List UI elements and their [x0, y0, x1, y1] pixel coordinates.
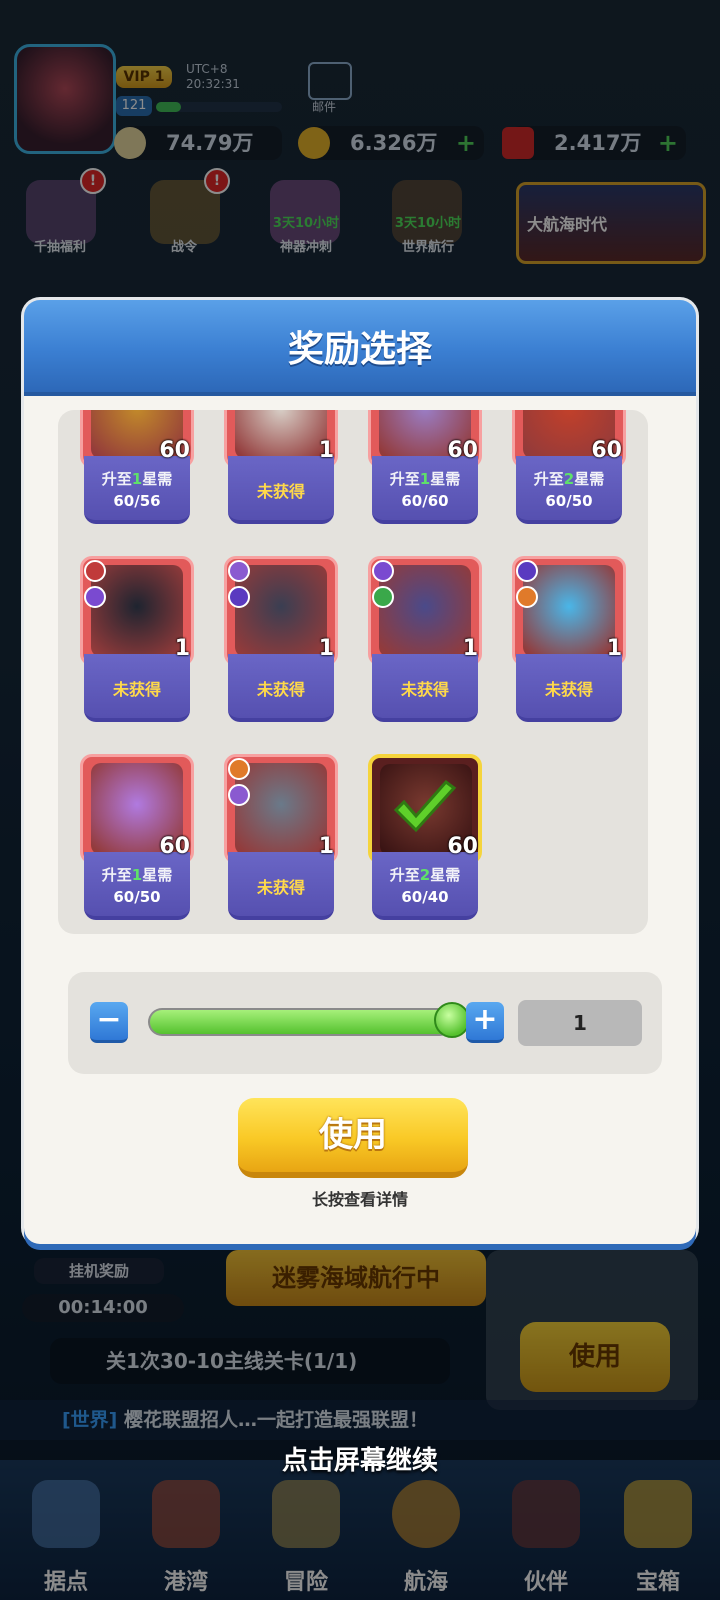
- checkmark-icon: [393, 779, 457, 833]
- class-icon: [372, 586, 394, 608]
- item-count: 1: [318, 438, 334, 463]
- reward-card[interactable]: 1 未获得: [224, 556, 338, 722]
- card-footer: 未获得: [84, 654, 190, 722]
- card-footer: 未获得: [228, 456, 334, 524]
- card-footer: 升至1星需 60/56: [84, 456, 190, 524]
- dialog-title: 奖励选择: [287, 329, 432, 370]
- faction-icon: [372, 560, 394, 582]
- item-count: 1: [318, 636, 334, 661]
- card-footer: 升至2星需 60/50: [516, 456, 622, 524]
- card-footer: 未获得: [516, 654, 622, 722]
- reward-card[interactable]: 1 未获得: [224, 410, 338, 524]
- not-obtained-label: 未获得: [256, 878, 305, 897]
- class-icon: [516, 586, 538, 608]
- upgrade-requirement: 升至2星需: [389, 866, 461, 884]
- item-count: 1: [174, 636, 190, 661]
- item-count: 1: [318, 834, 334, 859]
- reward-card[interactable]: 1 未获得: [368, 556, 482, 722]
- not-obtained-label: 未获得: [112, 680, 161, 699]
- card-footer: 升至1星需 60/50: [84, 852, 190, 920]
- shard-progress: 60/40: [401, 888, 449, 906]
- shard-progress: 60/50: [113, 888, 161, 906]
- long-press-hint: 长按查看详情: [311, 1190, 408, 1209]
- card-footer: 升至1星需 60/60: [372, 456, 478, 524]
- shard-progress: 60/56: [113, 492, 161, 510]
- not-obtained-label: 未获得: [256, 482, 305, 501]
- upgrade-requirement: 升至1星需: [101, 866, 173, 884]
- item-count: 1: [606, 636, 622, 661]
- reward-card[interactable]: 60 升至1星需 60/60: [368, 410, 482, 524]
- faction-icon: [84, 560, 106, 582]
- item-count: 1: [462, 636, 478, 661]
- slider-fill: [150, 1010, 452, 1034]
- quantity-selector: − + 1: [68, 972, 662, 1074]
- faction-icon: [228, 758, 250, 780]
- portrait-image: [523, 565, 615, 657]
- class-icon: [228, 586, 250, 608]
- quantity-value: 1: [518, 1000, 642, 1046]
- reward-card[interactable]: 60 升至2星需 60/40: [368, 754, 482, 920]
- card-footer: 升至2星需 60/40: [372, 852, 478, 920]
- card-footer: 未获得: [228, 852, 334, 920]
- reward-card[interactable]: 1 未获得: [512, 556, 626, 722]
- use-button[interactable]: 使用: [238, 1098, 468, 1178]
- slider-handle[interactable]: [434, 1002, 470, 1038]
- increase-button[interactable]: +: [466, 1002, 504, 1043]
- reward-card[interactable]: 60 升至1星需 60/56: [80, 410, 194, 524]
- not-obtained-label: 未获得: [544, 680, 593, 699]
- shard-progress: 60/50: [545, 492, 593, 510]
- card-footer: 未获得: [372, 654, 478, 722]
- reward-card[interactable]: 60 升至1星需 60/50: [80, 754, 194, 920]
- dialog-header: 奖励选择: [24, 300, 696, 396]
- portrait-image: [235, 763, 327, 855]
- portrait-image: [379, 565, 471, 657]
- not-obtained-label: 未获得: [400, 680, 449, 699]
- reward-card[interactable]: 1 未获得: [224, 754, 338, 920]
- upgrade-requirement: 升至2星需: [533, 470, 605, 488]
- quantity-slider[interactable]: [148, 1008, 454, 1036]
- item-count: 60: [447, 438, 478, 463]
- upgrade-requirement: 升至1星需: [101, 470, 173, 488]
- reward-grid[interactable]: 60 升至1星需 60/56 1 未获得 60 升至1星需 60/60 60 升至2星需 60/50…: [58, 410, 648, 934]
- decrease-button[interactable]: −: [90, 1002, 128, 1043]
- faction-icon: [516, 560, 538, 582]
- class-icon: [228, 784, 250, 806]
- reward-select-dialog: 奖励选择 60 升至1星需 60/56 1 未获得 60 升至1星需 60/60 60 升至2星需…: [24, 300, 696, 1244]
- shard-progress: 60/60: [401, 492, 449, 510]
- reward-card[interactable]: 60 升至2星需 60/50: [512, 410, 626, 524]
- class-icon: [84, 586, 106, 608]
- item-count: 60: [591, 438, 622, 463]
- upgrade-requirement: 升至1星需: [389, 470, 461, 488]
- portrait-image: [235, 565, 327, 657]
- tap-to-continue[interactable]: 点击屏幕继续: [0, 1440, 720, 1477]
- not-obtained-label: 未获得: [256, 680, 305, 699]
- item-count: 60: [159, 834, 190, 859]
- reward-card[interactable]: 1 未获得: [80, 556, 194, 722]
- portrait-image: [235, 410, 327, 459]
- item-count: 60: [159, 438, 190, 463]
- card-footer: 未获得: [228, 654, 334, 722]
- faction-icon: [228, 560, 250, 582]
- portrait-image: [91, 565, 183, 657]
